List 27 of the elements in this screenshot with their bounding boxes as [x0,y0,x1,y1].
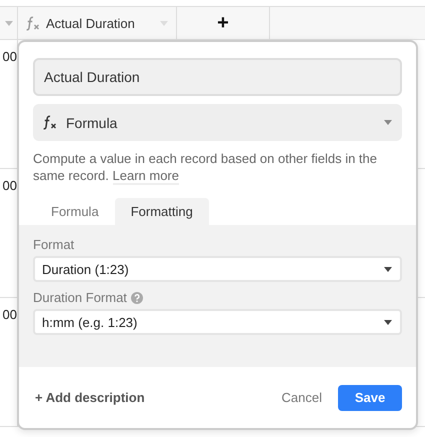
tab[interactable]: Formatting [114,198,209,225]
table-cell: 00 [2,307,17,322]
formula-icon [43,115,58,130]
field-type-select[interactable]: Formula [33,104,402,141]
cancel-button[interactable]: Cancel [274,390,330,405]
caret-icon [384,120,392,125]
help-icon[interactable] [130,292,143,304]
caret-icon [4,20,12,26]
table-cell: 00 [2,178,17,193]
tab[interactable]: Formula [35,198,115,225]
caret-icon [160,20,168,26]
learn-more-link[interactable]: Learn more [112,168,179,185]
field-description: Compute a value in each record based on other fields in the same record. Learn more [33,150,378,184]
save-button[interactable]: Save [338,384,402,410]
dropdown-caret-icon [384,266,392,272]
column-header[interactable]: Actual Duration [18,7,177,39]
add-field-button[interactable]: + [177,7,270,39]
dropdown-caret-icon [384,320,392,324]
format-select[interactable]: h:mm (e.g. 1:23) [33,309,402,335]
setting-label: Duration Format [33,290,127,305]
add-description-button[interactable]: + Add description [33,390,266,405]
table-cell: 00 [2,49,17,64]
setting-label: Format [33,237,74,252]
column-title: Actual Duration [46,16,136,30]
field-name-input[interactable]: Actual Duration [33,58,402,96]
formula-icon [26,16,41,30]
format-select[interactable]: Duration (1:23) [33,256,402,282]
